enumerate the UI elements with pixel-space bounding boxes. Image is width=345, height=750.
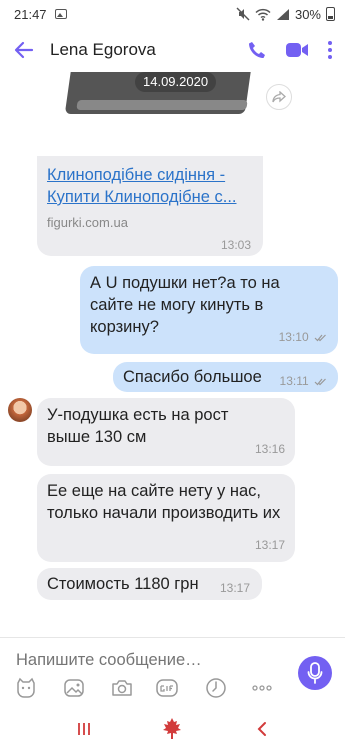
message-text: У-подушка есть на рост выше 130 см <box>47 406 229 446</box>
gif-button[interactable] <box>156 676 180 700</box>
link-title[interactable]: Клиноподібне сидіння - Купити Клиноподіб… <box>47 164 255 208</box>
forward-button[interactable] <box>266 84 292 110</box>
voice-message-button[interactable] <box>298 656 332 690</box>
sticker-icon <box>17 677 35 698</box>
read-ticks-icon <box>314 378 326 386</box>
message-text: Стоимость 1180 грн <box>47 575 199 593</box>
sticker-button[interactable] <box>14 676 38 700</box>
message-input[interactable] <box>16 647 286 673</box>
chat-area: Клиноподібне сидіння - Купити Клиноподіб… <box>0 72 345 637</box>
message-time: 13:16 <box>254 442 285 456</box>
outgoing-message[interactable]: А U подушки нет?а то на сайте не могу ки… <box>80 266 338 354</box>
back-button[interactable] <box>12 38 36 62</box>
home-icon <box>163 718 181 739</box>
composer-toolbar <box>0 676 290 700</box>
link-preview-message[interactable]: Клиноподібне сидіння - Купити Клиноподіб… <box>37 72 263 256</box>
contact-avatar[interactable] <box>8 398 32 422</box>
share-icon <box>272 91 286 103</box>
message-meta: 13:11 <box>280 370 328 392</box>
more-vertical-icon[interactable] <box>327 40 333 60</box>
incoming-message[interactable]: Стоимость 1180 грн 13:17 <box>37 568 262 600</box>
gallery-icon <box>64 679 84 697</box>
message-time: 13:11 <box>279 374 309 388</box>
message-time: 13:17 <box>219 581 250 595</box>
back-nav-button[interactable] <box>250 718 274 740</box>
status-bar: 21:47 30% <box>0 0 345 28</box>
system-navbar <box>0 708 345 750</box>
status-time: 21:47 <box>14 6 47 22</box>
camera-icon <box>112 680 132 696</box>
message-meta: 13:10 <box>279 326 328 348</box>
phone-icon[interactable] <box>247 40 267 60</box>
wifi-icon <box>255 8 271 21</box>
read-ticks-icon <box>314 334 326 342</box>
status-right: 30% <box>236 7 335 22</box>
message-text: Спасибо большое <box>123 368 262 386</box>
image-notification-icon <box>54 9 67 19</box>
incoming-message[interactable]: Ее еще на сайте нету у нас, только начал… <box>37 474 295 562</box>
date-separator: 14.09.2020 <box>135 72 217 92</box>
gallery-button[interactable] <box>62 676 86 700</box>
header-actions <box>247 40 333 60</box>
home-button[interactable] <box>160 718 184 740</box>
signal-icon <box>276 8 289 20</box>
more-icon <box>252 685 272 691</box>
outgoing-message[interactable]: Спасибо большое 13:11 <box>113 362 338 392</box>
battery-percent: 30% <box>294 6 321 22</box>
link-domain: figurki.com.ua <box>47 215 128 230</box>
schedule-button[interactable] <box>204 676 228 700</box>
message-time: 13:03 <box>220 238 251 252</box>
message-text: Ее еще на сайте нету у нас, только начал… <box>47 482 281 522</box>
back-nav-icon <box>257 722 266 736</box>
incoming-message[interactable]: У-подушка есть на рост выше 130 см 13:16 <box>37 398 295 466</box>
message-time: 13:10 <box>278 330 309 344</box>
composer-divider <box>0 637 345 638</box>
more-options-button[interactable] <box>250 676 274 700</box>
battery-icon <box>326 7 335 21</box>
recent-apps-button[interactable] <box>72 718 96 740</box>
gif-icon <box>156 679 178 697</box>
mute-icon <box>236 7 250 21</box>
microphone-icon <box>307 662 323 684</box>
product-image-edge <box>76 100 248 110</box>
clock-icon <box>206 678 226 698</box>
chat-header: Lena Egorova <box>0 28 345 72</box>
message-time: 13:17 <box>254 538 285 552</box>
arrow-left-icon <box>14 41 34 59</box>
contact-name[interactable]: Lena Egorova <box>50 40 156 60</box>
recent-apps-icon <box>78 723 90 735</box>
camera-button[interactable] <box>110 676 134 700</box>
video-call-icon[interactable] <box>285 41 309 59</box>
